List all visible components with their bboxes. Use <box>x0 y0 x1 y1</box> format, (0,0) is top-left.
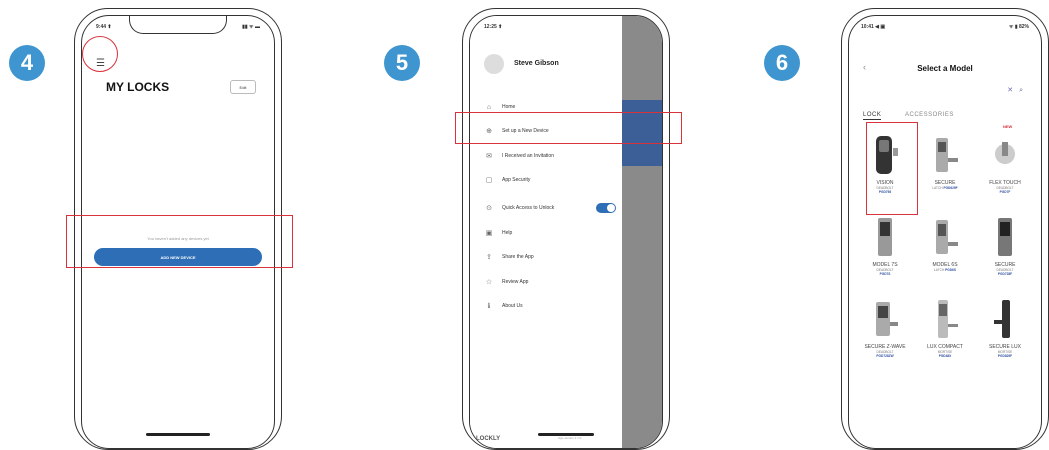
page-title: MY LOCKS <box>106 80 170 94</box>
highlight-vision-model <box>866 122 918 215</box>
lock-image <box>930 134 960 176</box>
toolbar-icons: ✕⌕ <box>1007 86 1029 95</box>
status-time: 9:44 ⬆ <box>96 24 112 30</box>
menu-item-review[interactable]: ☆ Review App <box>484 276 529 288</box>
help-icon: ▣ <box>485 230 493 237</box>
menu-item-label: App Security <box>502 177 531 183</box>
product-card[interactable]: MODEL 6S LATCH PGD6S <box>915 216 975 272</box>
highlight-add-device <box>66 215 293 268</box>
side-menu-screen: 12:25 ⬆ Steve Gibson ⌂ Home ⊕ Set up a New… <box>469 15 663 449</box>
side-drawer: 12:25 ⬆ Steve Gibson ⌂ Home ⊕ Set up a New… <box>470 16 622 448</box>
user-name: Steve Gibson <box>514 60 559 67</box>
edit-button[interactable]: Edit <box>230 80 256 94</box>
home-icon: ⌂ <box>486 103 492 111</box>
menu-item-share[interactable]: ⇪ Share the App <box>484 251 534 263</box>
review-icon: ☆ <box>485 279 493 286</box>
menu-item-invitation[interactable]: ✉ I Received an Invitation <box>484 150 554 162</box>
menu-item-label: Review App <box>502 279 529 285</box>
product-card[interactable]: SECURE Z-WAVE DEADBOLT PGD728ZW <box>855 298 915 358</box>
lock-image <box>870 298 900 340</box>
lock-image <box>870 216 900 258</box>
quick-access-icon: ⊙ <box>486 205 492 212</box>
lock-image <box>990 134 1020 176</box>
quick-access-toggle[interactable] <box>596 203 616 213</box>
lock-image <box>930 216 960 258</box>
menu-item-quick-access[interactable]: ⊙ Quick Access to Unlock <box>484 202 554 214</box>
avatar[interactable] <box>484 54 504 74</box>
product-code: DEADBOLT PGD7S <box>876 268 894 277</box>
invitation-icon: ✉ <box>486 153 492 160</box>
product-card[interactable]: MODEL 7S DEADBOLT PGD7S <box>855 216 915 276</box>
new-badge: NEW <box>1003 124 1013 129</box>
phone-frame-5: 12:25 ⬆ Steve Gibson ⌂ Home ⊕ Set up a New… <box>462 8 670 450</box>
app-version: App version 1.7.0 <box>558 436 582 440</box>
product-card[interactable]: SECURE LATCH PGD629F <box>915 134 975 190</box>
status-time: 12:25 ⬆ <box>484 24 503 30</box>
status-icons: ▮▮ ᯤ ▬ <box>242 24 260 30</box>
about-icon: ℹ <box>487 303 491 310</box>
status-icons: ᯤ ▮ 82% <box>1008 24 1029 30</box>
share-icon: ⇪ <box>486 254 492 261</box>
close-icon[interactable]: ✕ <box>1007 87 1019 94</box>
menu-item-help[interactable]: ▣ Help <box>484 227 513 239</box>
product-card[interactable]: LUX COMPACT MORTISE PGD48X <box>915 298 975 358</box>
product-card[interactable]: FLEX TOUCH DEADBOLT PGD7F <box>975 134 1035 194</box>
menu-item-label: Share the App <box>502 254 534 260</box>
product-card[interactable]: SECURE LUX MORTISE PGD829F <box>975 298 1035 358</box>
phone-notch <box>129 16 227 34</box>
home-indicator <box>146 433 210 436</box>
menu-item-label: About Us <box>502 303 523 309</box>
search-icon[interactable]: ⌕ <box>1019 87 1029 94</box>
menu-item-app-security[interactable]: ▢ App Security <box>484 174 531 186</box>
product-card[interactable]: SECURE DEADBOLT PGD728F <box>975 216 1035 276</box>
step-number-4: 4 <box>9 45 45 81</box>
menu-item-label: I Received an Invitation <box>502 153 554 159</box>
menu-item-label: Quick Access to Unlock <box>502 205 555 211</box>
menu-item-about[interactable]: ℹ About Us <box>484 300 523 312</box>
select-model-screen: 10:41 ◀ ▣ ᯤ ▮ 82% ‹ Select a Model ✕⌕ LO… <box>848 15 1042 449</box>
phone-frame-6: 10:41 ◀ ▣ ᯤ ▮ 82% ‹ Select a Model ✕⌕ LO… <box>841 8 1049 450</box>
tab-lock[interactable]: LOCK <box>863 112 882 120</box>
highlight-menu-circle <box>82 36 118 72</box>
lock-image <box>990 298 1020 340</box>
lock-icon: ▢ <box>485 177 493 184</box>
product-code: DEADBOLT PGD7F <box>996 186 1014 195</box>
tab-accessories[interactable]: ACCESSORIES <box>905 112 954 118</box>
page-title: Select a Model <box>917 64 973 73</box>
product-code: DEADBOLT PGD728F <box>996 268 1014 277</box>
product-code: DEADBOLT PGD728ZW <box>876 350 894 359</box>
step-number-5: 5 <box>384 45 420 81</box>
highlight-setup-device <box>455 112 682 144</box>
dimmed-background[interactable] <box>622 16 662 448</box>
product-code: MORTISE PGD48X <box>937 350 953 359</box>
product-code: MORTISE PGD829F <box>997 350 1013 359</box>
lockly-logo: LOCKLY <box>476 436 501 442</box>
product-code: LATCH PGD629F <box>932 186 958 190</box>
lock-image <box>990 216 1020 258</box>
menu-item-label: Home <box>502 104 516 110</box>
product-code: LATCH PGD6S <box>934 268 956 272</box>
step-number-6: 6 <box>764 45 800 81</box>
lock-image <box>930 298 960 340</box>
status-time: 10:41 ◀ ▣ <box>861 24 886 30</box>
menu-item-label: Help <box>502 230 513 236</box>
home-indicator <box>538 433 594 436</box>
